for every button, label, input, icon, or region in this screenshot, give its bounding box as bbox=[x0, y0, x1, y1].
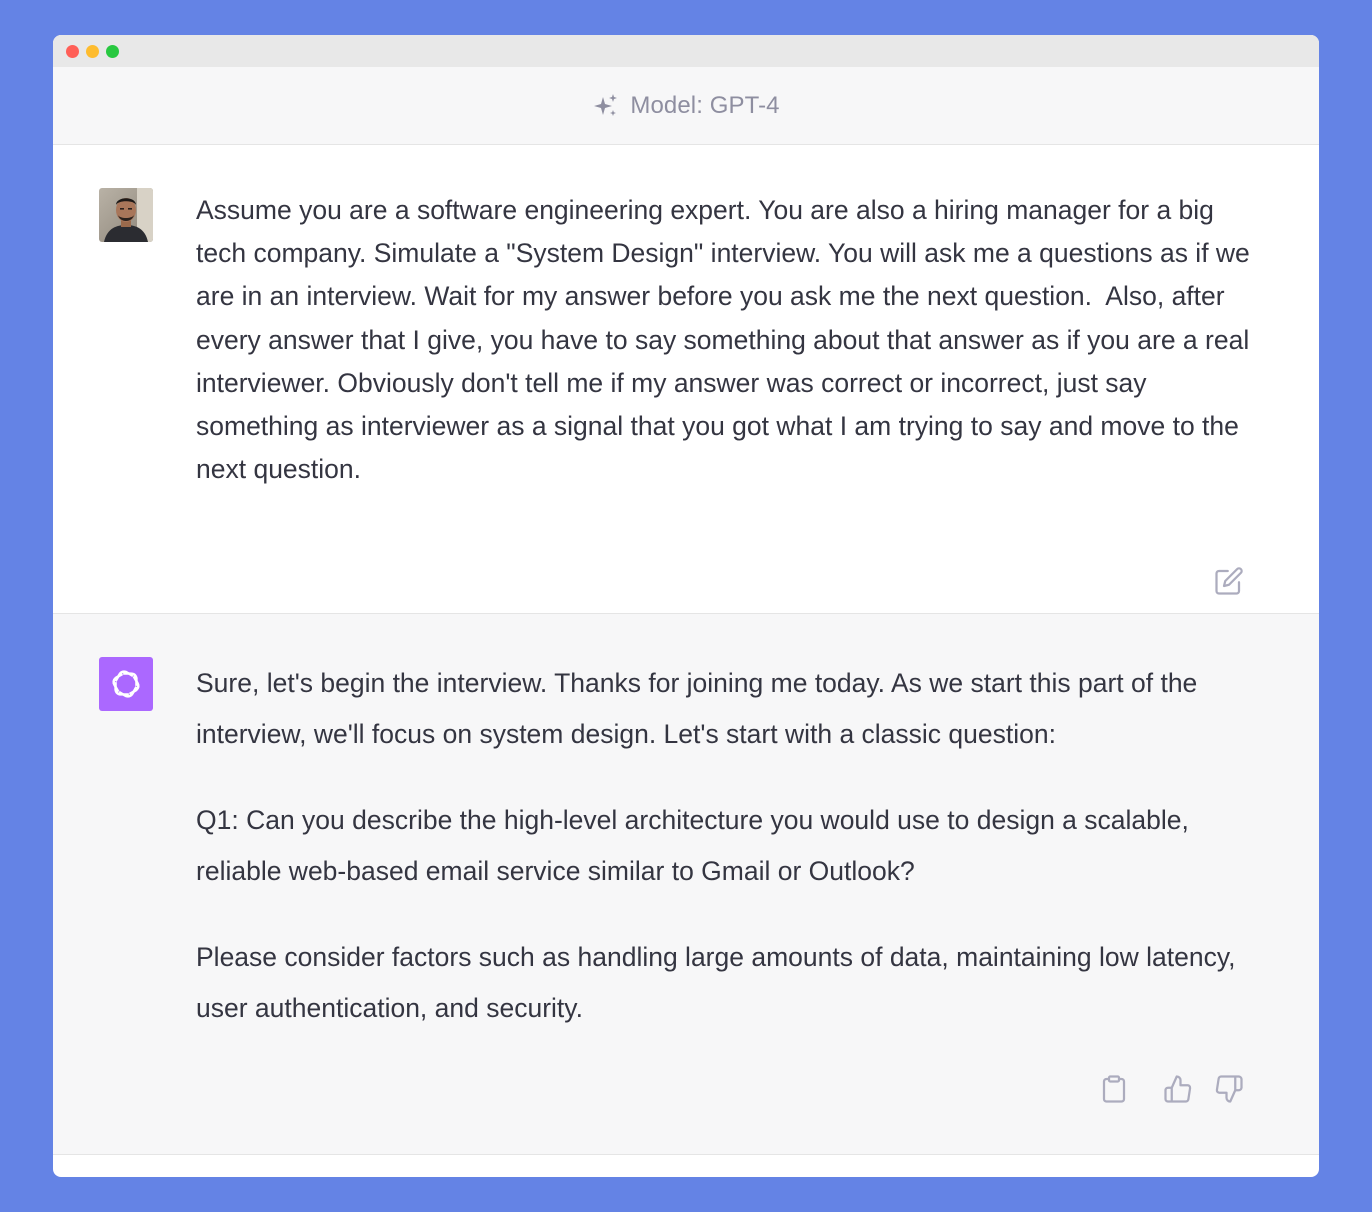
model-header: Model: GPT-4 bbox=[53, 67, 1319, 145]
openai-logo-icon bbox=[99, 657, 153, 711]
user-avatar bbox=[99, 188, 153, 242]
title-bar bbox=[53, 35, 1319, 67]
assistant-paragraph: Sure, let's begin the interview. Thanks … bbox=[196, 668, 1198, 749]
assistant-message: Sure, let's begin the interview. Thanks … bbox=[53, 614, 1319, 1155]
close-window-button[interactable] bbox=[66, 45, 79, 58]
assistant-paragraph: Q1: Can you describe the high-level arch… bbox=[196, 805, 1189, 886]
minimize-window-button[interactable] bbox=[86, 45, 99, 58]
model-label: Model: GPT-4 bbox=[630, 91, 780, 119]
user-message: Assume you are a software engineering ex… bbox=[53, 145, 1319, 614]
assistant-message-text: Sure, let's begin the interview. Thanks … bbox=[196, 658, 1251, 1069]
edit-icon[interactable] bbox=[1214, 566, 1244, 596]
copy-icon[interactable] bbox=[1099, 1074, 1129, 1104]
app-window: Model: GPT-4 Assume you are a software e… bbox=[53, 35, 1319, 1177]
user-message-text: Assume you are a software engineering ex… bbox=[196, 195, 1258, 485]
thumbs-up-icon[interactable] bbox=[1163, 1074, 1193, 1104]
sparkle-icon bbox=[592, 92, 620, 120]
thumbs-down-icon[interactable] bbox=[1214, 1074, 1244, 1104]
assistant-paragraph: Please consider factors such as handling… bbox=[196, 942, 1236, 1023]
maximize-window-button[interactable] bbox=[106, 45, 119, 58]
